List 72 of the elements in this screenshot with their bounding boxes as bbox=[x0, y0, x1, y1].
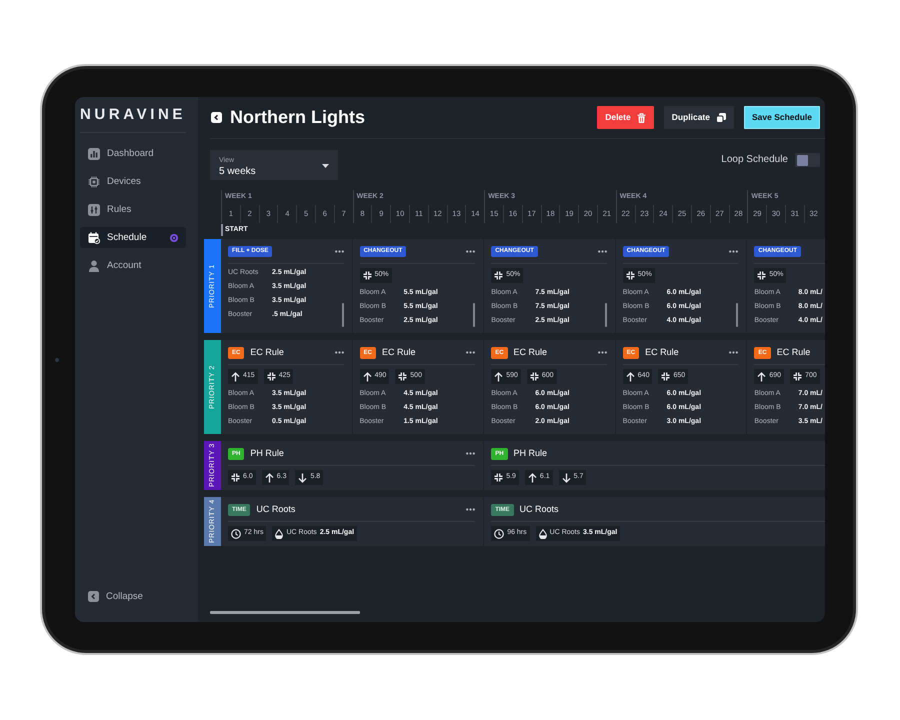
inward-arrows-icon bbox=[626, 271, 635, 280]
arrow-up-icon bbox=[494, 372, 504, 382]
inward-arrows-icon bbox=[266, 372, 276, 381]
rule-title: EC Rule bbox=[382, 347, 416, 358]
drop-icon bbox=[538, 528, 547, 538]
chevron-left-icon bbox=[88, 591, 99, 602]
inward-arrows-icon bbox=[793, 372, 802, 381]
nav-item[interactable]: Account bbox=[80, 255, 186, 276]
rule-title: UC Roots bbox=[256, 504, 296, 515]
arrow-up-icon bbox=[264, 472, 274, 482]
nav-item[interactable]: Dashboard bbox=[80, 143, 186, 164]
arrow-up-icon bbox=[626, 372, 635, 382]
drop-icon bbox=[275, 528, 284, 538]
inward-arrows-icon bbox=[757, 271, 766, 280]
camera-icon bbox=[55, 358, 59, 362]
resize-handle[interactable] bbox=[604, 303, 607, 327]
collapse-button[interactable]: Collapse bbox=[80, 586, 186, 607]
arrow-down-icon bbox=[562, 472, 571, 482]
arrow-up-icon bbox=[528, 472, 537, 482]
more-icon[interactable] bbox=[729, 351, 738, 354]
calendar-icon bbox=[88, 232, 100, 244]
caret-icon bbox=[322, 164, 329, 168]
nav-item[interactable]: Devices bbox=[80, 171, 186, 192]
horizontal-scrollbar[interactable] bbox=[210, 611, 360, 614]
arrow-up-icon bbox=[231, 372, 240, 382]
more-icon[interactable] bbox=[466, 250, 476, 253]
inward-arrows-icon bbox=[494, 473, 504, 482]
arrow-down-icon bbox=[298, 472, 308, 482]
more-icon[interactable] bbox=[334, 351, 344, 354]
rule-title: EC Rule bbox=[645, 347, 679, 358]
more-icon[interactable] bbox=[598, 250, 607, 253]
page-title: Northern Lights bbox=[230, 106, 365, 128]
save-button[interactable]: Save Schedule bbox=[744, 106, 820, 129]
user-icon bbox=[88, 260, 100, 272]
more-icon[interactable] bbox=[466, 508, 476, 511]
rule-title: EC Rule bbox=[514, 347, 548, 358]
sliders-icon bbox=[88, 204, 100, 216]
inward-arrows-icon bbox=[398, 372, 408, 381]
more-icon[interactable] bbox=[466, 452, 476, 455]
inward-arrows-icon bbox=[661, 372, 670, 381]
inward-arrows-icon bbox=[362, 271, 372, 280]
trash-icon bbox=[636, 112, 646, 122]
clock-icon bbox=[231, 528, 241, 538]
nav-item[interactable]: Schedule bbox=[80, 227, 186, 248]
clock-icon bbox=[494, 528, 504, 538]
resize-handle[interactable] bbox=[342, 303, 344, 327]
more-icon[interactable] bbox=[598, 351, 607, 354]
more-icon[interactable] bbox=[334, 250, 344, 253]
rule-title: UC Roots bbox=[520, 504, 559, 515]
copy-icon bbox=[716, 112, 726, 122]
delete-button[interactable]: Delete bbox=[597, 106, 654, 129]
rule-title: PH Rule bbox=[514, 448, 548, 459]
more-icon[interactable] bbox=[729, 250, 738, 253]
nav-item[interactable]: Rules bbox=[80, 199, 186, 220]
inward-arrows-icon bbox=[231, 473, 240, 482]
more-icon[interactable] bbox=[466, 351, 476, 354]
loop-toggle[interactable] bbox=[795, 153, 820, 167]
back-icon[interactable] bbox=[211, 112, 222, 123]
resize-handle[interactable] bbox=[736, 303, 738, 327]
resize-handle[interactable] bbox=[473, 303, 476, 327]
arrow-up-icon bbox=[757, 372, 766, 382]
chip-icon bbox=[88, 176, 100, 188]
logo: NURAVINE bbox=[80, 97, 186, 133]
bar-chart-icon bbox=[88, 148, 100, 160]
rule-title: EC Rule bbox=[250, 347, 284, 358]
loop-schedule-label: Loop Schedule bbox=[721, 154, 788, 166]
duplicate-button[interactable]: Duplicate bbox=[664, 106, 734, 129]
inward-arrows-icon bbox=[494, 271, 504, 280]
rule-title: EC Rule bbox=[776, 347, 810, 358]
inward-arrows-icon bbox=[530, 372, 539, 381]
arrow-up-icon bbox=[362, 372, 372, 382]
rule-title: PH Rule bbox=[250, 448, 284, 459]
